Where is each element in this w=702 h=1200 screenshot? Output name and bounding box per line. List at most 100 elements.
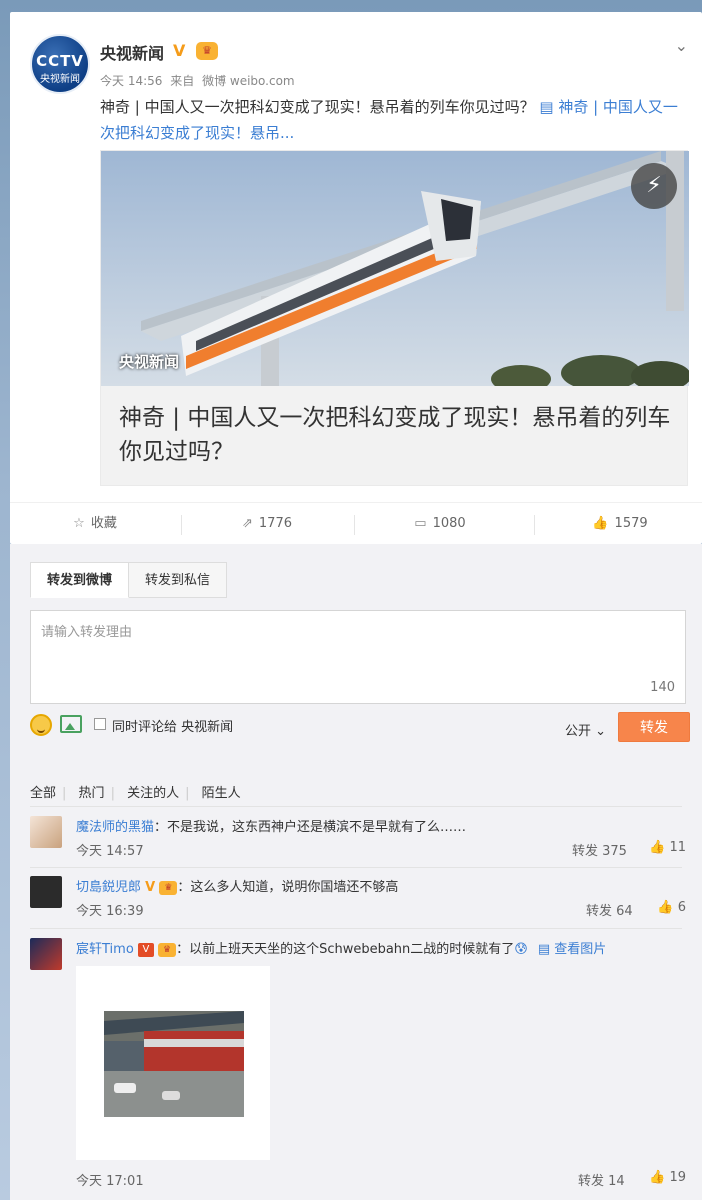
comment-filters: 全部 | 热门 | 关注的人 | 陌生人 <box>30 782 247 801</box>
comment-line: 魔法师的黑猫：不是我说，这东西神户还是横滨不是早就有了么…… <box>76 816 466 835</box>
image-icon[interactable] <box>60 715 82 733</box>
visibility-label: 公开 <box>564 724 591 739</box>
divider <box>30 928 682 929</box>
comment-time: 今天 17:01 <box>76 1174 144 1189</box>
thumbs-up-icon: 👍 <box>592 516 609 531</box>
favorite-button[interactable]: ☆ 收藏 <box>10 503 180 545</box>
avatar-logo-bottom: 央视新闻 <box>40 74 80 85</box>
repost-count: 1776 <box>258 516 292 531</box>
repost-icon: ⇗ <box>242 516 253 531</box>
comment-line: 宸轩Timo V ♛ ：以前上班天天坐的这个Schwebebahn二战的时候就有了… <box>76 938 606 957</box>
repost-placeholder: 请输入转发理由 <box>41 625 133 640</box>
filter-hot[interactable]: 热门 <box>79 786 105 801</box>
comment-like-count: 19 <box>669 1170 686 1185</box>
commenter-avatar[interactable] <box>30 816 62 848</box>
commenter-name[interactable]: 宸轩Timo <box>76 942 134 957</box>
filter-divider: | <box>185 786 190 801</box>
favorite-label: 收藏 <box>90 516 117 531</box>
comment-repost[interactable]: 转发 14 <box>578 1170 625 1189</box>
article-cover-image: ⚡ 央视新闻 <box>101 151 689 386</box>
comment-line: 切島鋭児郎 V ♛ ：这么多人知道，说明你国墙还不够高 <box>76 876 398 895</box>
visibility-dropdown[interactable]: 公开 ⌄ <box>565 720 606 739</box>
also-comment-checkbox[interactable] <box>94 718 106 730</box>
media-watermark: 央视新闻 <box>119 353 180 371</box>
view-image-link[interactable]: ▤ 查看图片 <box>538 942 606 957</box>
post-text: 神奇 | 中国人又一次把科幻变成了现实！悬吊着的列车你见过吗？ ▤ 神奇 | 中… <box>100 94 690 146</box>
filter-divider: | <box>110 786 115 801</box>
also-comment-label: 同时评论给 央视新闻 <box>112 720 234 735</box>
repost-button[interactable]: ⇗ 1776 <box>182 503 352 545</box>
avatar-logo-top: CCTV <box>36 52 84 70</box>
article-icon: ▤ <box>539 98 559 116</box>
filter-following[interactable]: 关注的人 <box>127 786 179 801</box>
comment-repost[interactable]: 转发 375 <box>572 840 627 859</box>
verified-icon: V <box>173 41 186 60</box>
verified-icon: V <box>145 880 156 895</box>
tab-repost-weibo[interactable]: 转发到微博 <box>30 562 130 598</box>
comment-photo <box>104 1011 244 1117</box>
member-crown-icon: ♛ <box>196 42 218 60</box>
comment-repost[interactable]: 转发 64 <box>586 900 633 919</box>
comment-count: 1080 <box>432 516 466 531</box>
comment-like[interactable]: 👍 6 <box>657 900 686 915</box>
comment-item: 宸轩Timo V ♛ ：以前上班天天坐的这个Schwebebahn二战的时候就有了… <box>30 938 686 1189</box>
comment-text: ：不是我说，这东西神户还是横滨不是早就有了么…… <box>154 820 467 835</box>
author-avatar[interactable]: CCTV 央视新闻 <box>30 34 90 94</box>
commenter-name[interactable]: 切島鋭児郎 <box>76 880 141 895</box>
post-time[interactable]: 今天 14:56 <box>100 74 162 88</box>
comment-like[interactable]: 👍 11 <box>649 840 686 855</box>
thumbs-up-icon: 👍 <box>649 1170 670 1185</box>
post-body: 神奇 | 中国人又一次把科幻变成了现实！悬吊着的列车你见过吗？ <box>100 98 535 116</box>
image-icon: ▤ <box>537 942 555 957</box>
author-name[interactable]: 央视新闻 <box>100 40 164 64</box>
filter-strangers[interactable]: 陌生人 <box>202 786 241 801</box>
comment-time: 今天 16:39 <box>76 904 144 919</box>
view-image-label: 查看图片 <box>554 942 607 957</box>
commenter-avatar[interactable] <box>30 876 62 908</box>
repost-reason-input[interactable]: 请输入转发理由 140 <box>30 610 686 704</box>
comment-like-count: 11 <box>669 840 686 855</box>
commenter-avatar[interactable] <box>30 938 62 970</box>
source-prefix: 来自 <box>170 74 195 88</box>
emoji-icon: 😰 <box>514 942 528 957</box>
post-source[interactable]: 微博 weibo.com <box>202 74 295 88</box>
like-button[interactable]: 👍 1579 <box>535 503 702 545</box>
tab-repost-message[interactable]: 转发到私信 <box>129 562 228 598</box>
divider <box>30 806 682 807</box>
repost-tabs: 转发到微博 转发到私信 <box>30 562 228 598</box>
comment-image-thumbnail[interactable] <box>76 966 270 1160</box>
comment-item: 魔法师的黑猫：不是我说，这东西神户还是横滨不是早就有了么…… 今天 14:57 … <box>30 816 686 866</box>
filter-all[interactable]: 全部 <box>30 786 56 801</box>
thumbs-up-icon: 👍 <box>657 900 678 915</box>
post-actions: ☆ 收藏 ⇗ 1776 ▭ 1080 👍 1579 <box>10 502 702 544</box>
member-crown-icon: ♛ <box>158 942 177 957</box>
comment-like[interactable]: 👍 19 <box>649 1170 686 1185</box>
repost-panel: 转发到微博 转发到私信 请输入转发理由 140 同时评论给 央视新闻 公开 ⌄ … <box>10 544 702 1200</box>
like-count: 1579 <box>614 516 648 531</box>
member-crown-icon: ♛ <box>159 880 178 895</box>
comment-text: ：以前上班天天坐的这个Schwebebahn二战的时候就有了 <box>176 942 515 957</box>
comment-text: ：这么多人知道，说明你国墙还不够高 <box>177 880 399 895</box>
chevron-down-icon: ⌄ <box>595 724 606 739</box>
commenter-name[interactable]: 魔法师的黑猫 <box>76 820 154 835</box>
repost-submit-button[interactable]: 转发 <box>618 712 690 742</box>
emoji-icon[interactable] <box>30 714 52 736</box>
comment-item: 切島鋭児郎 V ♛ ：这么多人知道，说明你国墙还不够高 今天 16:39 转发 6… <box>30 876 686 926</box>
thumbs-up-icon: 👍 <box>649 840 670 855</box>
post-card: CCTV 央视新闻 央视新闻 V ♛ ⌄ 今天 14:56 来自 微博 weib… <box>10 12 702 544</box>
filter-divider: | <box>62 786 67 801</box>
comment-like-count: 6 <box>677 900 686 915</box>
comment-icon: ▭ <box>414 516 427 531</box>
comment-button[interactable]: ▭ 1080 <box>355 503 525 545</box>
post-meta: 今天 14:56 来自 微博 weibo.com <box>100 72 295 89</box>
article-title[interactable]: 神奇 | 中国人又一次把科幻变成了现实！悬吊着的列车你见过吗？ <box>119 401 674 469</box>
article-card[interactable]: ⚡ 央视新闻 神奇 | 中国人又一次把科幻变成了现实！悬吊着的列车你见过吗？ <box>100 150 689 486</box>
lightning-icon[interactable]: ⚡ <box>631 163 677 209</box>
comment-time: 今天 14:57 <box>76 844 144 859</box>
star-icon: ☆ <box>73 516 85 531</box>
divider <box>30 867 682 868</box>
char-counter: 140 <box>650 680 675 695</box>
repost-toolbar: 同时评论给 央视新闻 公开 ⌄ 转发 <box>30 712 690 742</box>
chevron-down-icon[interactable]: ⌄ <box>675 36 688 55</box>
video-badge-icon: V <box>137 942 154 957</box>
